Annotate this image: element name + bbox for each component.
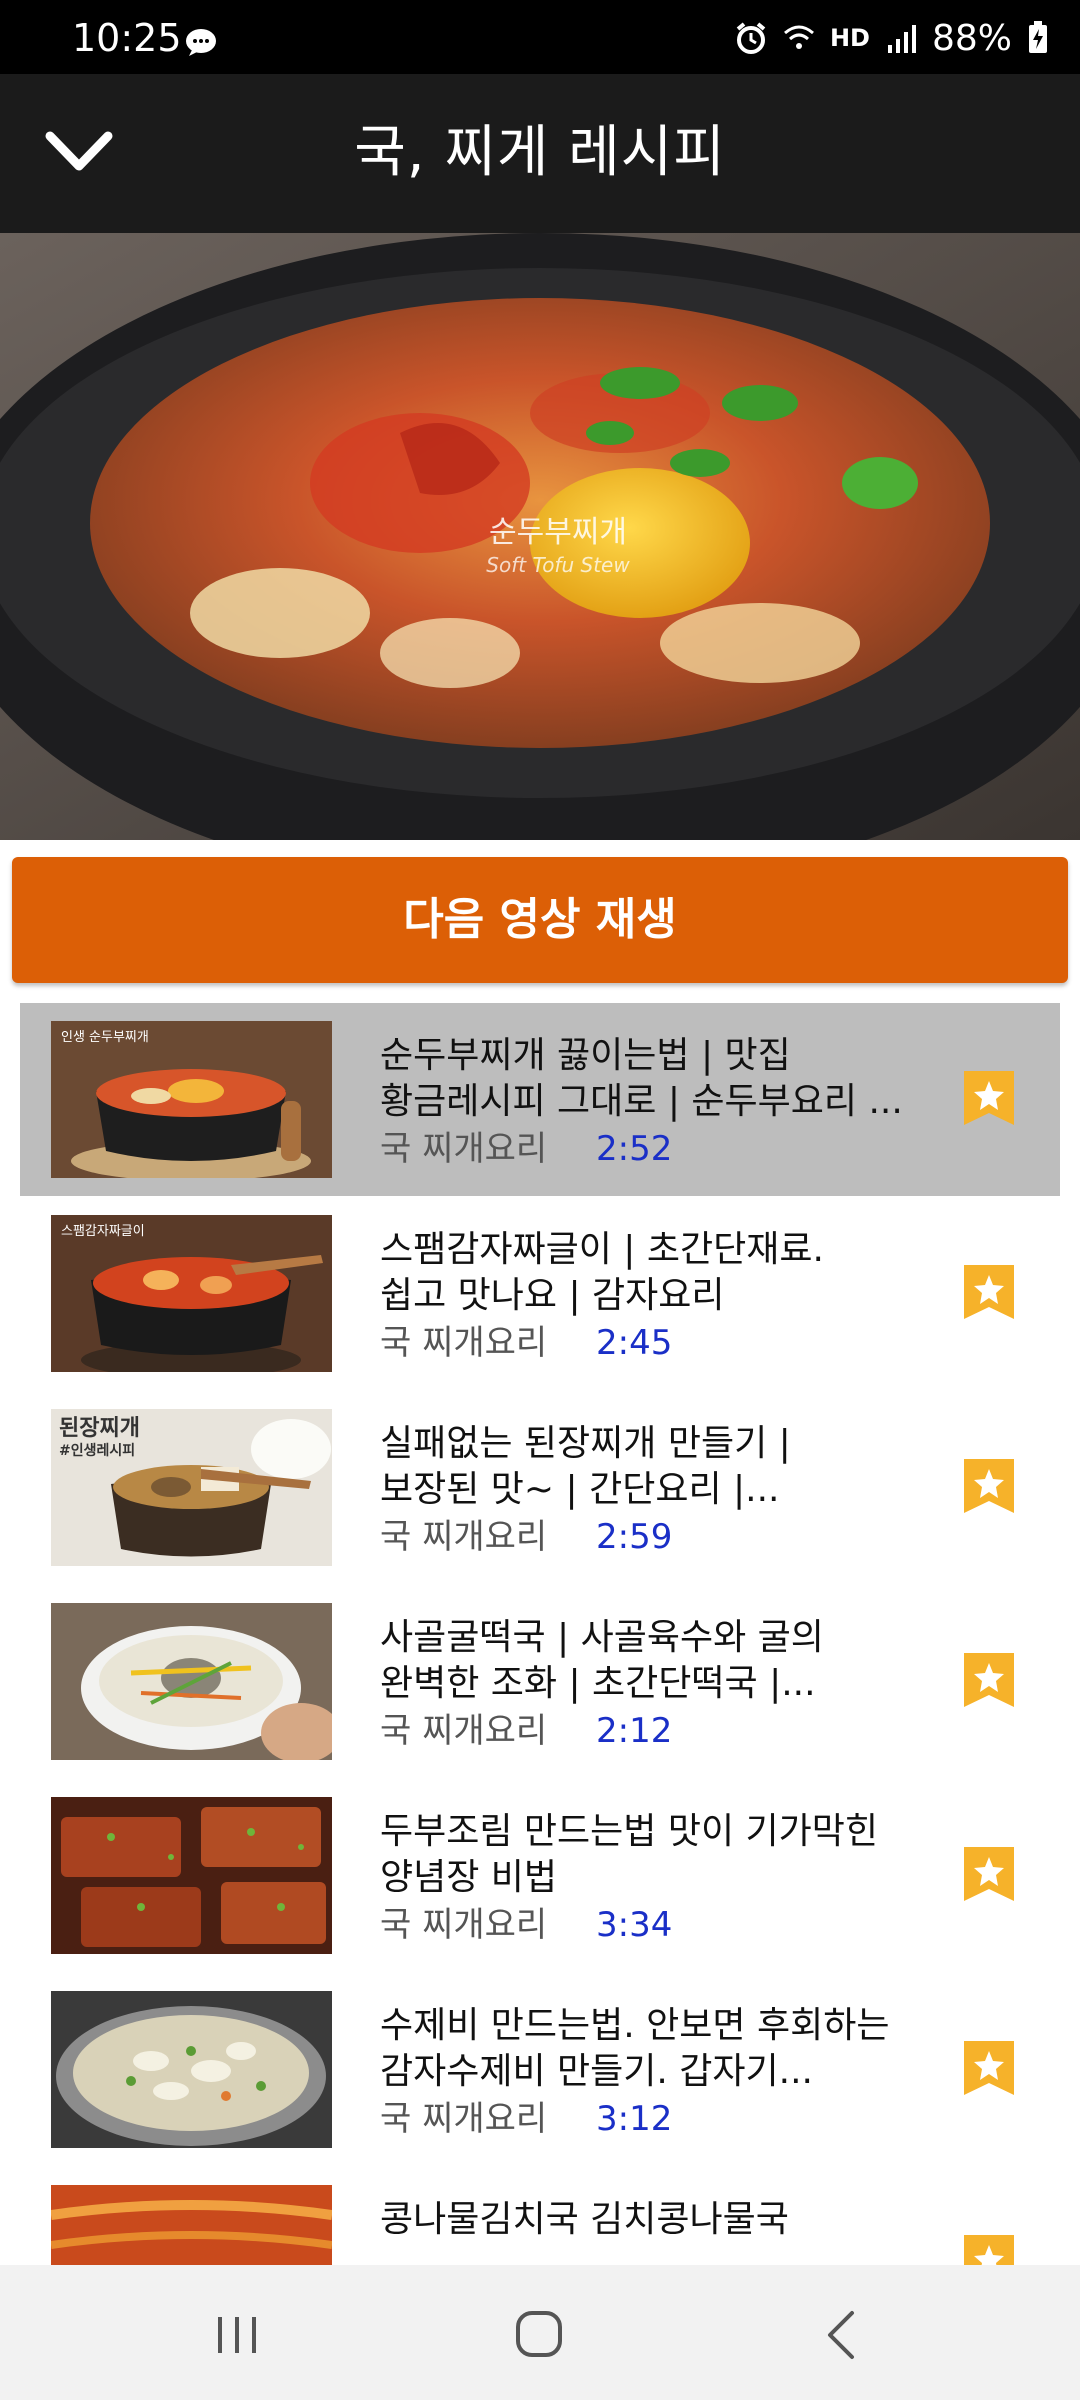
video-title: 두부조림 만드는법 맛이 기가막힌 양념장 비법: [380, 1811, 879, 1898]
video-list-item[interactable]: 된장찌개 #인생레시피 실패없는 된장찌개 만들기 | 보장된 맛~ | 간단요…: [20, 1391, 1060, 1584]
video-list-item[interactable]: 인생 순두부찌개 순두부찌개 끓이는법 | 맛집 황금레시피 그대로 | 순두부…: [20, 1003, 1060, 1196]
bookmark-star-icon[interactable]: [962, 1651, 1016, 1709]
battery-percent: 88%: [931, 17, 1012, 59]
video-list-item[interactable]: 스팸감자짜글이 스팸감자짜글이 | 초간단재료. 쉽고 맛나요 | 감자요리 국…: [20, 1197, 1060, 1390]
video-title: 실패없는 된장찌개 만들기 | 보장된 맛~ | 간단요리 |...: [380, 1423, 791, 1510]
video-duration: 2:45: [596, 1323, 673, 1363]
video-title: 순두부찌개 끓이는법 | 맛집 황금레시피 그대로 | 순두부요리 ...: [380, 1035, 903, 1122]
alarm-icon: [736, 22, 766, 54]
video-caption-english: Soft Tofu Stew: [486, 553, 630, 577]
wifi-icon: [783, 25, 814, 49]
bookmark-star-icon[interactable]: [962, 2039, 1016, 2097]
status-indicators: HD 88%: [734, 17, 1050, 59]
bookmark-star-icon[interactable]: [962, 1845, 1016, 1903]
back-icon[interactable]: [822, 2309, 858, 2361]
video-category: 국 찌개요리: [380, 1129, 548, 1169]
svg-text:스팸감자짜글이: 스팸감자짜글이: [61, 1224, 145, 1239]
video-duration: 3:12: [596, 2099, 673, 2139]
svg-text:인생 순두부찌개: 인생 순두부찌개: [61, 1030, 149, 1045]
chat-bubble-icon: [186, 29, 216, 56]
video-caption: 순두부찌개: [489, 515, 627, 550]
page-title: 국, 찌게 레시피: [354, 120, 726, 185]
video-category: 국 찌개요리: [380, 1517, 548, 1557]
bookmark-star-icon[interactable]: [962, 1263, 1016, 1321]
video-list[interactable]: 인생 순두부찌개 순두부찌개 끓이는법 | 맛집 황금레시피 그대로 | 순두부…: [20, 1003, 1060, 2265]
video-player[interactable]: 순두부찌개 Soft Tofu Stew: [0, 233, 1080, 840]
video-list-item[interactable]: 두부조림 만드는법 맛이 기가막힌 양념장 비법 국 찌개요리 3:34: [20, 1779, 1060, 1972]
video-thumbnail: [51, 1991, 332, 2148]
status-time: 10:25: [72, 16, 182, 60]
video-thumbnail: 스팸감자짜글이: [51, 1215, 332, 1372]
video-category: 국 찌개요리: [380, 2099, 548, 2139]
video-duration: 2:59: [596, 1517, 673, 1557]
play-next-video-button[interactable]: 다음 영상 재생: [12, 857, 1068, 983]
svg-text:된장찌개: 된장찌개: [59, 1416, 140, 1441]
svg-text:#인생레시피: #인생레시피: [59, 1442, 135, 1459]
video-title: 스팸감자짜글이 | 초간단재료. 쉽고 맛나요 | 감자요리: [380, 1229, 824, 1316]
video-title: 수제비 만드는법. 안보면 후회하는 감자수제비 만들기. 갑자기...: [380, 2005, 890, 2092]
video-thumbnail: [51, 1797, 332, 1954]
video-list-item[interactable]: 콩나물김치국 김치콩나물국: [20, 2167, 1060, 2265]
video-duration: 3:34: [596, 1905, 673, 1945]
home-icon[interactable]: [514, 2309, 564, 2359]
video-category: 국 찌개요리: [380, 1711, 548, 1751]
video-duration: 2:52: [596, 1129, 673, 1169]
video-list-item[interactable]: 수제비 만드는법. 안보면 후회하는 감자수제비 만들기. 갑자기... 국 찌…: [20, 1973, 1060, 2166]
video-thumbnail: [51, 2185, 332, 2265]
video-list-item[interactable]: 사골굴떡국 | 사골육수와 굴의 완벽한 조화 | 초간단떡국 |... 국 찌…: [20, 1585, 1060, 1778]
video-thumbnail: 된장찌개 #인생레시피: [51, 1409, 332, 1566]
network-hd-label: HD: [829, 24, 870, 52]
app-header: 국, 찌게 레시피: [0, 74, 1080, 233]
bookmark-star-icon[interactable]: [962, 1457, 1016, 1515]
system-navigation-bar: [0, 2265, 1080, 2400]
video-title: 콩나물김치국 김치콩나물국: [380, 2199, 789, 2240]
signal-icon: [887, 25, 916, 53]
video-category: 국 찌개요리: [380, 1323, 548, 1363]
video-thumbnail: 인생 순두부찌개: [51, 1021, 332, 1178]
bookmark-star-icon[interactable]: [962, 1069, 1016, 1127]
video-thumbnail: [51, 1603, 332, 1760]
video-duration: 2:12: [596, 1711, 673, 1751]
video-category: 국 찌개요리: [380, 1905, 548, 1945]
video-title: 사골굴떡국 | 사골육수와 굴의 완벽한 조화 | 초간단떡국 |...: [380, 1617, 824, 1704]
battery-charging-icon: [1029, 21, 1047, 53]
status-bar: 10:25 HD 88%: [0, 0, 1080, 74]
bookmark-star-icon[interactable]: [962, 2233, 1016, 2265]
recent-apps-icon[interactable]: [212, 2315, 262, 2355]
